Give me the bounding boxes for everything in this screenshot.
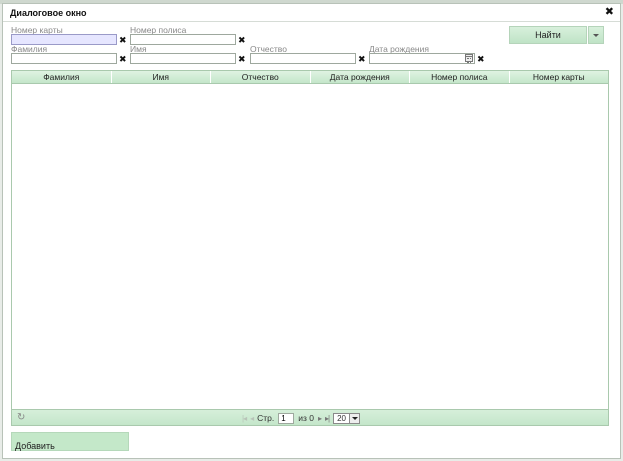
calendar-icon[interactable] [465,54,473,63]
next-page-icon[interactable]: ▸ [318,414,322,423]
first-page-icon[interactable]: |◂ [242,414,247,423]
add-button[interactable]: Добавить [11,432,129,451]
birth-date-clear-icon[interactable]: ✖ [477,54,485,64]
card-number-clear-icon[interactable]: ✖ [119,35,127,45]
chevron-down-icon[interactable] [348,413,359,423]
page-size-value: 20 [337,413,346,423]
find-dropdown-chevron-icon[interactable] [588,26,604,44]
column-header-policy-number[interactable]: Номер полиса [410,71,510,83]
first-name-clear-icon[interactable]: ✖ [238,54,246,64]
patronymic-clear-icon[interactable]: ✖ [358,54,366,64]
birth-date-input[interactable] [369,53,475,64]
page-size-select[interactable]: 20 [333,412,360,424]
dialog-window: Диалоговое окно ✖ Номер карты ✖ Номер по… [2,3,621,459]
refresh-icon[interactable]: ↻ [17,412,25,423]
prev-page-icon[interactable]: ◂ [250,414,254,423]
first-name-input[interactable] [130,53,236,64]
column-header-card-number[interactable]: Номер карты [510,71,609,83]
column-header-patronymic[interactable]: Отчество [211,71,311,83]
close-icon[interactable]: ✖ [605,6,614,18]
results-grid: Фамилия Имя Отчество Дата рождения Номер… [11,70,609,426]
grid-body [12,85,608,409]
find-button[interactable]: Найти [509,26,587,44]
last-page-icon[interactable]: ▸| [325,414,330,423]
policy-number-clear-icon[interactable]: ✖ [238,35,246,45]
page-count-label: из 0 [298,413,314,423]
pager-controls: |◂ ◂ Стр. из 0 ▸ ▸| 20 [242,412,360,424]
patronymic-input[interactable] [250,53,356,64]
column-header-last-name[interactable]: Фамилия [12,71,112,83]
last-name-clear-icon[interactable]: ✖ [119,54,127,64]
grid-pager: ↻ |◂ ◂ Стр. из 0 ▸ ▸| 20 [12,409,608,425]
page-label: Стр. [257,413,275,423]
last-name-input[interactable] [11,53,117,64]
dialog-title: Диалоговое окно [10,8,87,18]
page-number-input[interactable] [278,412,295,424]
column-header-birth-date[interactable]: Дата рождения [311,71,410,83]
grid-header: Фамилия Имя Отчество Дата рождения Номер… [12,71,608,84]
dialog-titlebar: Диалоговое окно ✖ [3,4,620,22]
column-header-first-name[interactable]: Имя [112,71,211,83]
